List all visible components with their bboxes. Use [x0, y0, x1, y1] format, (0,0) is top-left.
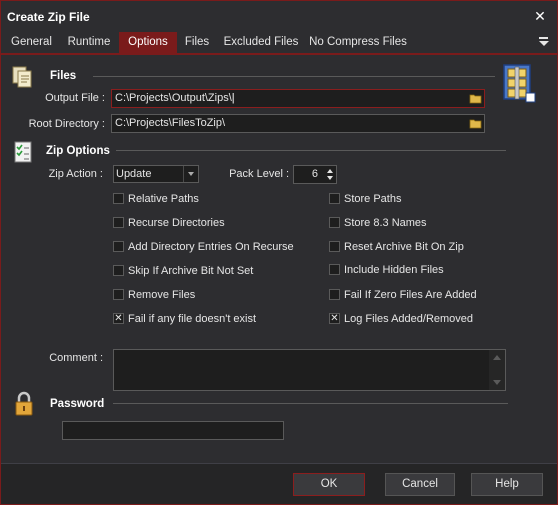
zip-options-title: Zip Options: [46, 145, 110, 157]
pack-level-stepper[interactable]: 6: [293, 165, 337, 184]
relative-paths-checkbox[interactable]: Relative Paths: [113, 193, 313, 207]
tab-excluded-files[interactable]: Excluded Files: [219, 32, 303, 53]
checkbox-label: Store Paths: [344, 193, 402, 205]
checkbox-label: Add Directory Entries On Recurse: [128, 241, 294, 253]
add-directory-entries-checkbox[interactable]: Add Directory Entries On Recurse: [113, 241, 313, 255]
checkbox-box[interactable]: [329, 217, 340, 228]
checkbox-box[interactable]: [113, 193, 124, 204]
close-icon[interactable]: ✕: [531, 7, 549, 25]
checklist-icon: [13, 140, 35, 164]
checkbox-box[interactable]: [329, 289, 340, 300]
output-file-label: Output File :: [45, 92, 105, 104]
checkbox-checked-box[interactable]: ✕: [329, 313, 340, 324]
checkbox-box[interactable]: [329, 241, 340, 252]
remove-files-checkbox[interactable]: Remove Files: [113, 289, 313, 303]
pack-level-value: 6: [311, 168, 318, 180]
checkbox-label: Skip If Archive Bit Not Set: [128, 265, 254, 277]
password-section-title: Password: [50, 398, 105, 410]
zip-action-select[interactable]: Update: [113, 165, 199, 183]
comment-label: Comment :: [49, 352, 103, 364]
comment-textarea[interactable]: [113, 349, 506, 391]
zip-action-label: Zip Action :: [48, 168, 103, 180]
window-title: Create Zip File: [7, 10, 90, 24]
checkbox-label: Relative Paths: [128, 193, 199, 205]
tab-bar: General Runtime Options Files Excluded F…: [1, 32, 557, 55]
scroll-up-icon[interactable]: [493, 355, 501, 360]
skip-if-archive-bit-checkbox[interactable]: Skip If Archive Bit Not Set: [113, 265, 313, 279]
fail-if-zero-files-checkbox[interactable]: Fail If Zero Files Are Added: [329, 289, 529, 303]
root-directory-value: C:\Projects\FilesToZip\: [115, 117, 226, 129]
winzip-archive-icon: [500, 63, 536, 103]
dialog-footer: OK Cancel Help: [1, 463, 557, 504]
zip-options-divider: [116, 150, 506, 151]
output-file-field[interactable]: C:\Projects\Output\Zips\|: [111, 89, 485, 108]
tab-overflow-menu-icon[interactable]: [539, 35, 551, 49]
checkbox-label: Fail if any file doesn't exist: [128, 313, 257, 325]
tab-files[interactable]: Files: [179, 32, 215, 53]
tab-runtime[interactable]: Runtime: [61, 32, 117, 53]
cancel-button[interactable]: Cancel: [385, 473, 455, 496]
padlock-icon: [13, 391, 35, 417]
checkbox-box[interactable]: [113, 289, 124, 300]
include-hidden-files-checkbox[interactable]: Include Hidden Files: [329, 264, 529, 278]
pack-level-label: Pack Level :: [229, 168, 289, 180]
checkbox-label: Recurse Directories: [128, 217, 225, 229]
scroll-down-icon[interactable]: [493, 380, 501, 385]
log-files-checkbox[interactable]: ✕ Log Files Added/Removed: [329, 313, 529, 327]
checkbox-label: Reset Archive Bit On Zip: [344, 241, 464, 253]
checkbox-checked-box[interactable]: ✕: [113, 313, 124, 324]
output-file-value: C:\Projects\Output\Zips\: [115, 92, 232, 104]
zip-action-value: Update: [116, 168, 152, 180]
checkbox-box[interactable]: [113, 265, 124, 276]
checkbox-box[interactable]: [329, 193, 340, 204]
ok-button[interactable]: OK: [293, 473, 365, 496]
tab-options[interactable]: Options: [119, 32, 177, 53]
spin-down-icon[interactable]: [327, 176, 333, 180]
password-field[interactable]: [62, 421, 284, 440]
checkbox-box[interactable]: [113, 217, 124, 228]
checkbox-label: Store 8.3 Names: [344, 217, 427, 229]
help-button[interactable]: Help: [471, 473, 543, 496]
spin-up-icon[interactable]: [327, 169, 333, 173]
title-bar: Create Zip File ✕: [1, 1, 557, 32]
folder-icon[interactable]: [469, 117, 482, 129]
root-directory-label: Root Directory :: [28, 118, 105, 130]
store-paths-checkbox[interactable]: Store Paths: [329, 193, 529, 207]
password-section-divider: [113, 403, 508, 404]
fail-if-file-missing-checkbox[interactable]: ✕ Fail if any file doesn't exist: [113, 313, 313, 327]
files-section-title: Files: [50, 70, 77, 82]
files-section-divider: [93, 76, 495, 77]
checkbox-label: Fail If Zero Files Are Added: [344, 289, 477, 301]
options-panel: Files Output File : C:\Projects\Output\Z…: [1, 57, 557, 463]
checkbox-label: Remove Files: [128, 289, 196, 301]
files-icon: [11, 65, 35, 89]
create-zip-file-dialog: Create Zip File ✕ General Runtime Option…: [0, 0, 558, 505]
checkbox-label: Include Hidden Files: [344, 264, 444, 276]
root-directory-field[interactable]: C:\Projects\FilesToZip\: [111, 114, 485, 133]
recurse-directories-checkbox[interactable]: Recurse Directories: [113, 217, 313, 231]
chevron-down-icon[interactable]: [183, 166, 198, 182]
folder-icon[interactable]: [469, 92, 482, 104]
reset-archive-bit-checkbox[interactable]: Reset Archive Bit On Zip: [329, 241, 529, 255]
tab-general[interactable]: General: [4, 32, 59, 53]
checkbox-box[interactable]: [329, 264, 340, 275]
checkbox-label: Log Files Added/Removed: [344, 313, 474, 325]
comment-scrollbar[interactable]: [489, 350, 505, 390]
tab-no-compress-files[interactable]: No Compress Files: [307, 32, 409, 53]
store-83-names-checkbox[interactable]: Store 8.3 Names: [329, 217, 529, 231]
checkbox-box[interactable]: [113, 241, 124, 252]
